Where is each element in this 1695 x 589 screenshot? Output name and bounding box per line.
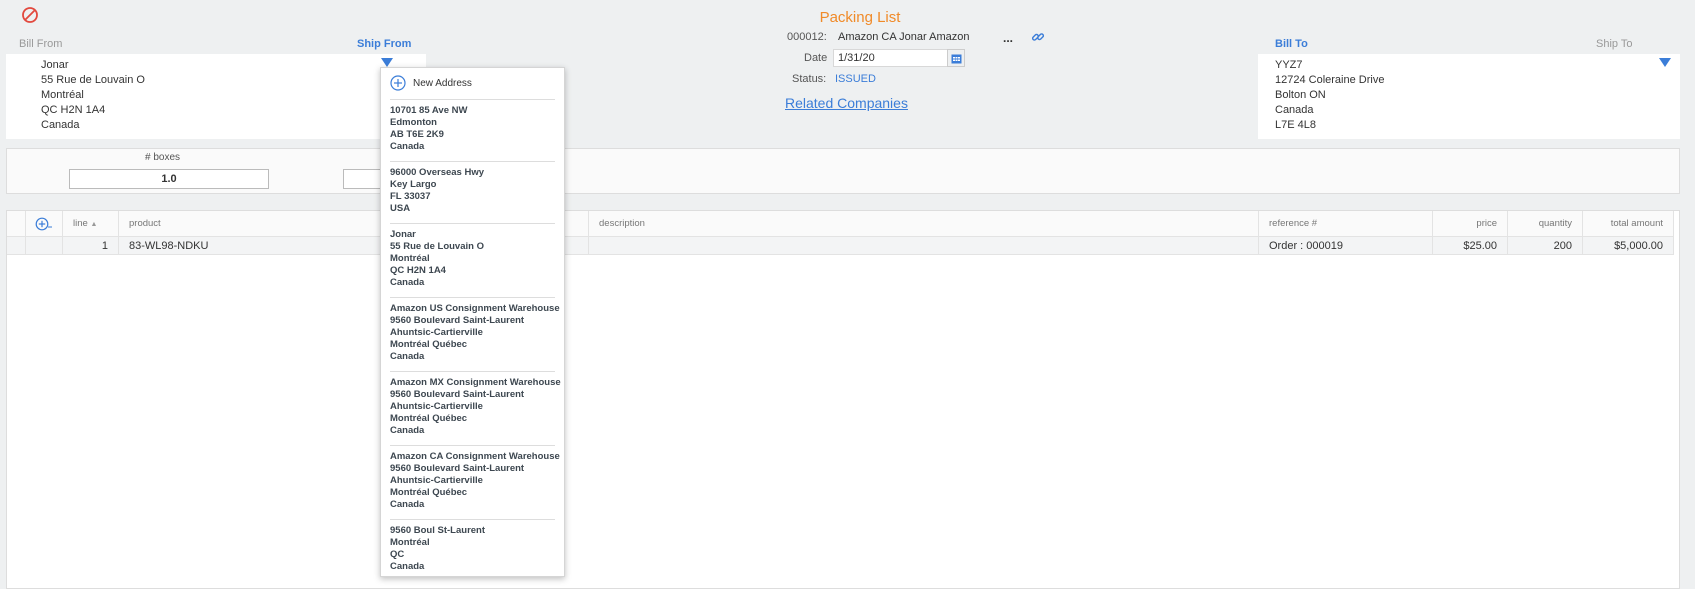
address-line: QC H2N 1A4 xyxy=(41,104,106,116)
new-address-button[interactable]: New Address xyxy=(390,74,555,92)
boxes-panel: # boxes 1.0 xyxy=(6,148,1680,194)
add-line-button[interactable] xyxy=(26,211,63,237)
column-header-description[interactable]: description xyxy=(589,211,1259,237)
bill-from-label: Bill From xyxy=(19,38,63,50)
boxes-label: # boxes xyxy=(145,152,181,163)
ship-from-address-dropdown: New Address 10701 85 Ave NW Edmonton AB … xyxy=(380,67,565,577)
ship-to-label: Ship To xyxy=(1596,38,1633,50)
column-header-total[interactable]: total amount xyxy=(1583,211,1674,237)
related-companies-link[interactable]: Related Companies xyxy=(785,95,908,111)
document-number: 000012: xyxy=(787,31,827,43)
link-icon[interactable] xyxy=(1028,27,1048,47)
bill-to-address: YYZ7 12724 Coleraine Drive Bolton ON Can… xyxy=(1258,54,1680,139)
ship-to-dropdown-icon[interactable] xyxy=(1659,58,1671,67)
grid-header-blank xyxy=(7,211,26,237)
date-input[interactable]: 1/31/20 xyxy=(833,49,965,67)
cell-quantity[interactable]: 200 xyxy=(1508,237,1583,255)
cell-price[interactable]: $25.00 xyxy=(1433,237,1508,255)
column-header-quantity[interactable]: quantity xyxy=(1508,211,1583,237)
boxes-input[interactable]: 1.0 xyxy=(69,169,269,189)
add-circle-icon xyxy=(390,75,406,91)
address-line: L7E 4L8 xyxy=(1275,119,1316,131)
more-button[interactable]: ... xyxy=(998,28,1018,48)
cell-line[interactable]: 1 xyxy=(63,237,119,255)
address-option[interactable]: Jonar 55 Rue de Louvain O Montréal QC H2… xyxy=(390,223,555,297)
address-line: 12724 Coleraine Drive xyxy=(1275,74,1385,86)
address-option[interactable]: Amazon CA Consignment Warehouse 9560 Bou… xyxy=(390,445,560,519)
address-line: Bolton ON xyxy=(1275,89,1326,101)
address-line: Jonar xyxy=(41,59,69,71)
address-option[interactable]: 10701 85 Ave NW Edmonton AB T6E 2K9 Cana… xyxy=(390,99,555,161)
page-title: Packing List xyxy=(819,9,901,26)
line-items-grid: line ▲ product description reference # p… xyxy=(6,210,1680,589)
cell-reference[interactable]: Order : 000019 xyxy=(1259,237,1433,255)
ship-from-dropdown-icon[interactable] xyxy=(381,58,393,67)
bill-from-address: Jonar 55 Rue de Louvain O Montréal QC H2… xyxy=(6,54,426,139)
cell-description[interactable] xyxy=(589,237,1259,255)
bill-to-label[interactable]: Bill To xyxy=(1275,38,1308,50)
address-line: Canada xyxy=(41,119,80,131)
date-label: Date xyxy=(804,52,828,64)
address-option[interactable]: 9560 Boul St-Laurent Montréal QC Canada xyxy=(390,519,555,581)
new-address-label: New Address xyxy=(413,77,472,89)
column-header-line[interactable]: line ▲ xyxy=(63,211,119,237)
calendar-icon[interactable] xyxy=(947,49,965,67)
address-line: YYZ7 xyxy=(1275,59,1303,71)
address-option[interactable]: 96000 Overseas Hwy Key Largo FL 33037 US… xyxy=(390,161,555,223)
document-company: Amazon CA Jonar Amazon xyxy=(838,31,970,43)
table-row[interactable] xyxy=(7,237,26,255)
column-header-reference[interactable]: reference # xyxy=(1259,211,1433,237)
cancel-icon[interactable] xyxy=(21,6,39,24)
address-option[interactable]: Amazon MX Consignment Warehouse 9560 Bou… xyxy=(390,371,561,445)
address-line: Montréal xyxy=(41,89,84,101)
column-header-price[interactable]: price xyxy=(1433,211,1508,237)
address-line: 55 Rue de Louvain O xyxy=(41,74,145,86)
cell-total[interactable]: $5,000.00 xyxy=(1583,237,1674,255)
table-row[interactable] xyxy=(26,237,63,255)
status-label: Status: xyxy=(792,73,827,85)
status-badge: ISSUED xyxy=(835,73,876,85)
address-option[interactable]: Amazon US Consignment Warehouse 9560 Bou… xyxy=(390,297,560,371)
address-line: Canada xyxy=(1275,104,1314,116)
ship-from-label[interactable]: Ship From xyxy=(357,38,411,50)
add-circle-icon xyxy=(35,217,52,230)
